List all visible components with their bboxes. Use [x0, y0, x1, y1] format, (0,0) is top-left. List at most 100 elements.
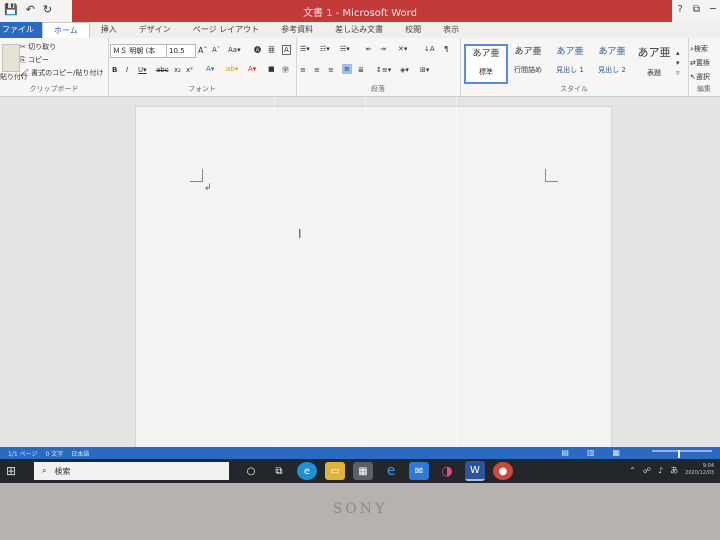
tab-home[interactable]: ホーム [42, 21, 90, 39]
store-icon[interactable]: ▦ [353, 462, 373, 480]
tab-references[interactable]: 参考資料 [270, 22, 324, 38]
top-left-margin-mark [190, 169, 203, 182]
style-heading-2[interactable]: あア亜 見出し 2 [592, 44, 632, 80]
minimize-button[interactable]: ─ [710, 4, 716, 15]
tab-file[interactable]: ファイル [0, 22, 42, 38]
status-bar: 1/1 ページ 0 文字 日本語 ▤ ▥ ▦ [0, 447, 720, 459]
cortana-icon[interactable]: ○ [241, 462, 261, 480]
bold-icon[interactable]: B [112, 66, 117, 74]
font-size-select[interactable]: 10.5 [166, 44, 196, 58]
style-name: 表題 [647, 69, 661, 77]
align-left-icon[interactable]: ≡ [300, 66, 306, 74]
justify-icon[interactable]: ≡ [342, 64, 352, 74]
mail-icon[interactable]: ✉ [409, 462, 429, 480]
style-normal[interactable]: あア亜 標準 [464, 44, 508, 84]
taskbar-search[interactable]: ⌕ 検索 [34, 462, 229, 480]
taskbar: ⊞ ⌕ 検索 ○ ⧉ e ▭ ▦ e ✉ ◑ W ● ⌃ ☍ ♪ あ 9:04 … [0, 459, 720, 483]
character-border-icon[interactable]: A [282, 45, 291, 55]
style-name: 行間詰め [514, 66, 542, 74]
subscript-icon[interactable]: x₂ [174, 66, 181, 74]
underline-icon[interactable]: U▾ [138, 66, 147, 74]
tab-design[interactable]: デザイン [128, 22, 182, 38]
style-preview: あア亜 [472, 49, 500, 59]
style-name: 標準 [479, 68, 493, 76]
tray-chevron-icon[interactable]: ⌃ [629, 466, 636, 475]
volume-icon[interactable]: ♪ [658, 466, 663, 475]
language-indicator[interactable]: 日本語 [71, 449, 89, 458]
strikethrough-icon[interactable]: abc [156, 66, 169, 74]
sort-icon[interactable]: ↓A [424, 45, 435, 53]
character-shading-icon[interactable]: ■ [268, 65, 275, 73]
ie-icon[interactable]: e [381, 462, 401, 480]
enclose-characters-icon[interactable]: ㊫ [282, 65, 289, 75]
word-icon[interactable]: W [465, 461, 485, 481]
phonetic-guide-icon[interactable]: 亜 [268, 45, 275, 55]
decrease-indent-icon[interactable]: ⇤ [366, 45, 372, 53]
distributed-icon[interactable]: ≣ [358, 66, 364, 74]
web-layout-icon[interactable]: ▦ [612, 448, 620, 457]
print-layout-icon[interactable]: ▥ [587, 448, 595, 457]
style-title[interactable]: あア亜 表題 [634, 44, 674, 80]
font-color-icon[interactable]: A▾ [248, 65, 256, 73]
italic-icon[interactable]: I [126, 66, 128, 74]
task-view-icon[interactable]: ⧉ [269, 462, 289, 480]
copy-button[interactable]: ⎘ コピー [20, 55, 49, 65]
shrink-font-icon[interactable]: Aˇ [212, 46, 220, 54]
format-painter-button[interactable]: 🖌 書式のコピー/貼り付け [20, 68, 103, 78]
clock[interactable]: 9:04 2020/12/03 [685, 463, 714, 477]
select-button[interactable]: ↖選択 [690, 72, 710, 82]
network-icon[interactable]: ☍ [643, 466, 651, 475]
paste-icon[interactable] [2, 44, 20, 72]
replace-label: 置換 [695, 59, 710, 67]
zoom-slider[interactable] [652, 450, 712, 458]
file-explorer-icon[interactable]: ▭ [325, 462, 345, 480]
find-button[interactable]: ⌕検索 [690, 44, 708, 54]
increase-indent-icon[interactable]: ⇥ [380, 45, 386, 53]
numbering-icon[interactable]: ☷▾ [320, 45, 330, 53]
change-case-icon[interactable]: Aa▾ [228, 46, 241, 54]
tab-page-layout[interactable]: ページ レイアウト [182, 22, 270, 38]
bullets-icon[interactable]: ☰▾ [300, 45, 310, 53]
app-icon[interactable]: ● [493, 462, 513, 480]
align-center-icon[interactable]: ≡ [314, 66, 320, 74]
style-heading-1[interactable]: あア亜 見出し 1 [550, 44, 590, 80]
font-name-select[interactable]: ＭＳ 明朝 (本 [110, 44, 168, 58]
tab-insert[interactable]: 挿入 [90, 22, 128, 38]
word-count[interactable]: 0 文字 [45, 449, 63, 458]
replace-button[interactable]: ⇄置換 [690, 58, 710, 68]
media-app-icon[interactable]: ◑ [437, 462, 457, 480]
tab-mailings[interactable]: 差し込み文書 [324, 22, 394, 38]
ribbon: 貼り付け ✂ 切り取り ⎘ コピー 🖌 書式のコピー/貼り付け クリップボード … [0, 38, 720, 97]
align-right-icon[interactable]: ≡ [328, 66, 334, 74]
multilevel-list-icon[interactable]: ☵▾ [340, 45, 350, 53]
show-marks-icon[interactable]: ¶ [444, 45, 448, 53]
brush-icon: 🖌 [20, 69, 29, 77]
clear-format-icon[interactable]: 🅐 [254, 45, 261, 55]
borders-icon[interactable]: ⊞▾ [420, 66, 429, 74]
select-label: 選択 [695, 73, 710, 81]
zoom-slider-knob[interactable] [678, 450, 680, 458]
line-spacing-icon[interactable]: ↕≡▾ [376, 66, 391, 74]
superscript-icon[interactable]: x² [186, 66, 193, 74]
style-no-spacing[interactable]: あア亜 行間詰め [508, 44, 548, 80]
cut-button[interactable]: ✂ 切り取り [20, 42, 56, 52]
asian-layout-icon[interactable]: ✕▾ [398, 45, 407, 53]
help-button[interactable]: ? [678, 4, 683, 15]
ime-indicator[interactable]: あ [670, 465, 678, 476]
read-mode-icon[interactable]: ▤ [561, 448, 569, 457]
tab-review[interactable]: 校閲 [394, 22, 432, 38]
edge-icon[interactable]: e [297, 462, 317, 480]
document-area[interactable]: ↲ I [0, 97, 720, 453]
text-effects-icon[interactable]: A▾ [206, 65, 214, 73]
document-page[interactable]: ↲ I [135, 106, 612, 453]
shading-icon[interactable]: ◈▾ [400, 66, 409, 74]
restore-button[interactable]: ⧉ [693, 4, 700, 15]
grow-font-icon[interactable]: Aˆ [198, 46, 207, 55]
styles-group-label: スタイル [560, 85, 588, 93]
highlight-icon[interactable]: ab▾ [226, 65, 238, 73]
screen: 💾 ↶ ↻ 文書 1 - Microsoft Word ? ⧉ ─ ファイル ホ… [0, 0, 720, 500]
windows-start-icon[interactable]: ⊞ [0, 459, 22, 483]
styles-scroll-icon[interactable]: ▴ ▾ ▿ [676, 48, 680, 78]
page-count[interactable]: 1/1 ページ [8, 449, 37, 458]
tab-view[interactable]: 表示 [432, 22, 470, 38]
